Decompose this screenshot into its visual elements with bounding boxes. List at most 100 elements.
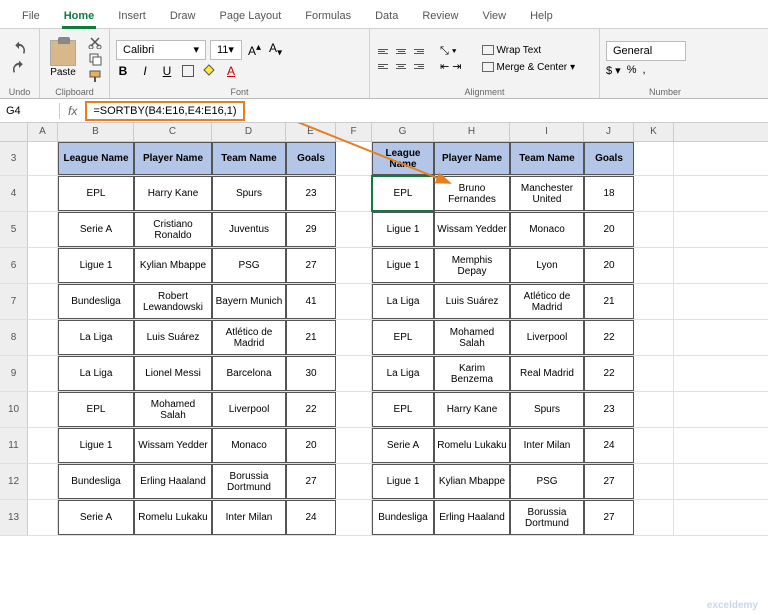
cell-J11[interactable]: 24 [584,428,634,463]
cell-D11[interactable]: Monaco [212,428,286,463]
cell-E12[interactable]: 27 [286,464,336,499]
cell-A8[interactable] [28,320,58,355]
row-header-12[interactable]: 12 [0,464,28,499]
border-button[interactable] [182,65,194,77]
cell-G12[interactable]: Ligue 1 [372,464,434,499]
decrease-font-icon[interactable]: A▾ [267,41,284,58]
cell-B12[interactable]: Bundesliga [58,464,134,499]
cell-G6[interactable]: Ligue 1 [372,248,434,283]
cell-D10[interactable]: Liverpool [212,392,286,427]
cell-H8[interactable]: Mohamed Salah [434,320,510,355]
copy-icon[interactable] [88,52,102,66]
cell-H11[interactable]: Romelu Lukaku [434,428,510,463]
col-header-D[interactable]: D [212,123,286,141]
name-box[interactable]: G4 [0,103,60,119]
cell-B8[interactable]: La Liga [58,320,134,355]
cell-H3[interactable]: Player Name [434,142,510,175]
cell-E6[interactable]: 27 [286,248,336,283]
cell-C6[interactable]: Kylian Mbappe [134,248,212,283]
cell-D7[interactable]: Bayern Munich [212,284,286,319]
tab-draw[interactable]: Draw [158,4,208,28]
cell-K6[interactable] [634,248,674,283]
cell-K9[interactable] [634,356,674,391]
col-header-G[interactable]: G [372,123,434,141]
font-color-button[interactable]: A [224,64,238,78]
cell-A10[interactable] [28,392,58,427]
bold-button[interactable]: B [116,64,130,78]
cell-A13[interactable] [28,500,58,535]
cell-J13[interactable]: 27 [584,500,634,535]
col-header-J[interactable]: J [584,123,634,141]
cell-B11[interactable]: Ligue 1 [58,428,134,463]
format-painter-icon[interactable] [88,69,102,83]
cell-I8[interactable]: Liverpool [510,320,584,355]
tab-view[interactable]: View [470,4,518,28]
row-header-10[interactable]: 10 [0,392,28,427]
cell-F3[interactable] [336,142,372,175]
col-header-B[interactable]: B [58,123,134,141]
cell-B6[interactable]: Ligue 1 [58,248,134,283]
cell-K10[interactable] [634,392,674,427]
cell-E5[interactable]: 29 [286,212,336,247]
col-header-K[interactable]: K [634,123,674,141]
cell-B5[interactable]: Serie A [58,212,134,247]
cell-I9[interactable]: Real Madrid [510,356,584,391]
cell-E10[interactable]: 22 [286,392,336,427]
cell-K3[interactable] [634,142,674,175]
currency-button[interactable]: $ ▾ [606,64,621,77]
wrap-text-button[interactable]: Wrap Text [478,43,580,58]
increase-font-icon[interactable]: A▴ [246,42,263,58]
tab-insert[interactable]: Insert [106,4,158,28]
row-header-13[interactable]: 13 [0,500,28,535]
cell-I10[interactable]: Spurs [510,392,584,427]
spreadsheet-grid[interactable]: ABCDEFGHIJK 3League NamePlayer NameTeam … [0,123,768,536]
cell-E11[interactable]: 20 [286,428,336,463]
orientation-button[interactable]: ⤡ ▾ [440,45,456,58]
cell-G7[interactable]: La Liga [372,284,434,319]
cell-D13[interactable]: Inter Milan [212,500,286,535]
tab-home[interactable]: Home [52,4,107,28]
cell-A12[interactable] [28,464,58,499]
cell-K7[interactable] [634,284,674,319]
cell-H5[interactable]: Wissam Yedder [434,212,510,247]
tab-formulas[interactable]: Formulas [293,4,363,28]
cell-I6[interactable]: Lyon [510,248,584,283]
cell-A11[interactable] [28,428,58,463]
cell-D9[interactable]: Barcelona [212,356,286,391]
cell-B7[interactable]: Bundesliga [58,284,134,319]
col-header-E[interactable]: E [286,123,336,141]
cell-D6[interactable]: PSG [212,248,286,283]
cell-J4[interactable]: 18 [584,176,634,211]
cell-I4[interactable]: Manchester United [510,176,584,211]
col-header-I[interactable]: I [510,123,584,141]
cell-D3[interactable]: Team Name [212,142,286,175]
tab-page-layout[interactable]: Page Layout [207,4,293,28]
cut-icon[interactable] [88,35,102,49]
cell-F5[interactable] [336,212,372,247]
cell-F12[interactable] [336,464,372,499]
tab-help[interactable]: Help [518,4,565,28]
cell-C13[interactable]: Romelu Lukaku [134,500,212,535]
cell-G13[interactable]: Bundesliga [372,500,434,535]
cell-C4[interactable]: Harry Kane [134,176,212,211]
cell-C7[interactable]: Robert Lewandowski [134,284,212,319]
cell-D12[interactable]: Borussia Dortmund [212,464,286,499]
cell-A9[interactable] [28,356,58,391]
cell-J10[interactable]: 23 [584,392,634,427]
cell-J7[interactable]: 21 [584,284,634,319]
cell-J6[interactable]: 20 [584,248,634,283]
cell-K11[interactable] [634,428,674,463]
cell-A7[interactable] [28,284,58,319]
cell-C12[interactable]: Erling Haaland [134,464,212,499]
row-header-3[interactable]: 3 [0,142,28,175]
cell-F13[interactable] [336,500,372,535]
tab-review[interactable]: Review [410,4,470,28]
number-format-select[interactable]: General [606,41,686,61]
cell-I5[interactable]: Monaco [510,212,584,247]
cell-G10[interactable]: EPL [372,392,434,427]
merge-center-button[interactable]: Merge & Center ▾ [478,60,580,75]
cell-K12[interactable] [634,464,674,499]
cell-K13[interactable] [634,500,674,535]
cell-G8[interactable]: EPL [372,320,434,355]
row-header-4[interactable]: 4 [0,176,28,211]
